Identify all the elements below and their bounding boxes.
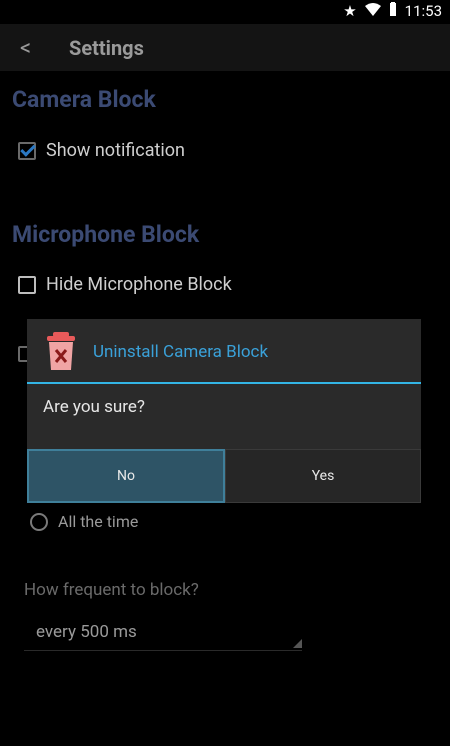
all-the-time-label: All the time — [58, 512, 139, 531]
status-time: 11:53 — [404, 2, 442, 20]
hide-microphone-checkbox[interactable] — [18, 275, 36, 294]
status-icons: ★ 11:53 — [343, 2, 442, 20]
back-button[interactable]: < — [20, 36, 31, 61]
dialog-message: Are you sure? — [43, 397, 145, 417]
dialog-buttons: No Yes — [27, 449, 421, 503]
show-notification-row[interactable]: Show notification — [18, 140, 185, 161]
dialog-title: Uninstall Camera Block — [93, 342, 269, 362]
star-icon: ★ — [343, 2, 357, 20]
all-the-time-radio[interactable] — [30, 512, 48, 531]
battery-icon — [389, 2, 397, 20]
wifi-icon — [364, 2, 381, 20]
microphone-block-section-title: Microphone Block — [12, 221, 200, 248]
page-title: Settings — [69, 36, 144, 60]
spinner-arrow-icon — [293, 639, 302, 648]
hide-microphone-row[interactable]: Hide Microphone Block — [18, 274, 232, 295]
show-notification-label: Show notification — [46, 140, 185, 161]
trash-icon — [45, 332, 77, 370]
frequency-spinner[interactable]: every 500 ms — [24, 610, 302, 651]
status-bar: ★ 11:53 — [0, 0, 450, 24]
frequency-value: every 500 ms — [36, 622, 137, 642]
yes-button[interactable]: Yes — [225, 449, 421, 503]
frequency-label: How frequent to block? — [24, 580, 199, 600]
hide-microphone-label: Hide Microphone Block — [46, 274, 232, 295]
action-bar: < Settings — [0, 24, 450, 71]
all-the-time-option[interactable]: All the time — [30, 512, 138, 531]
show-notification-checkbox[interactable] — [18, 141, 36, 160]
no-button[interactable]: No — [27, 449, 225, 503]
camera-block-section-title: Camera Block — [12, 86, 156, 113]
uninstall-dialog: Uninstall Camera Block Are you sure? No … — [27, 319, 421, 503]
dialog-divider — [27, 382, 421, 384]
